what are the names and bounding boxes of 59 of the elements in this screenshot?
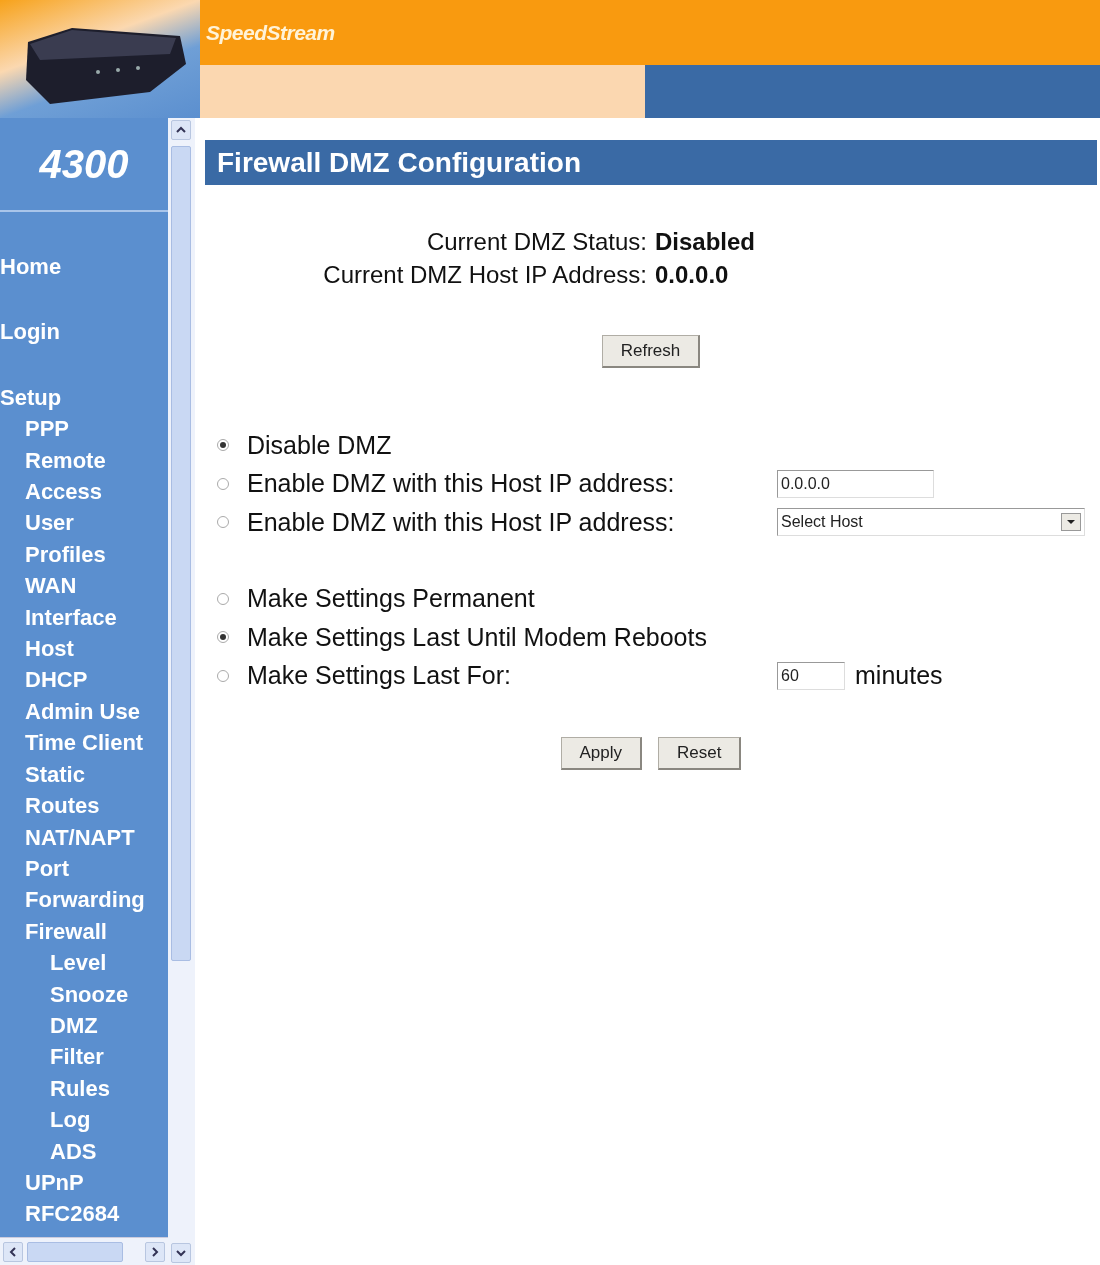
nav-link[interactable]: ADS bbox=[50, 1135, 97, 1167]
chevron-right-icon bbox=[151, 1246, 159, 1257]
scrollbar-thumb[interactable] bbox=[27, 1241, 123, 1262]
radio-button[interactable] bbox=[217, 631, 229, 644]
nav-link[interactable]: Level bbox=[50, 947, 107, 979]
form-button[interactable]: Reset bbox=[658, 737, 742, 770]
scroll-down-button[interactable] bbox=[171, 1243, 191, 1263]
input-field[interactable]: 0.0.0.0 bbox=[777, 469, 934, 498]
radio-button[interactable] bbox=[217, 669, 229, 682]
option-label: Make Settings Permanent bbox=[247, 584, 536, 614]
radio-button[interactable] bbox=[217, 477, 229, 490]
option-label: Make Settings Last Until Modem Reboots bbox=[247, 622, 708, 652]
nav-link[interactable]: DHCP bbox=[25, 664, 88, 696]
radio-button[interactable] bbox=[217, 592, 229, 605]
status-label: Current DMZ Host IP Address: bbox=[322, 260, 647, 290]
nav-link[interactable]: RFC2684 bbox=[25, 1198, 120, 1230]
scrollbar-thumb[interactable] bbox=[171, 146, 191, 961]
status-value: Disabled bbox=[655, 227, 757, 257]
radio-button[interactable] bbox=[217, 439, 229, 452]
form-button[interactable]: Apply bbox=[560, 737, 643, 770]
chevron-up-icon bbox=[176, 126, 186, 134]
nav-link[interactable]: Host bbox=[25, 633, 74, 665]
scroll-up-button[interactable] bbox=[171, 120, 191, 140]
option-label: Disable DMZ bbox=[247, 430, 393, 460]
scroll-right-button[interactable] bbox=[145, 1241, 165, 1262]
option-label: Enable DMZ with this Host IP address: bbox=[247, 469, 676, 499]
radio-button[interactable] bbox=[217, 516, 229, 529]
brand-logo: SpeedStream bbox=[206, 20, 335, 45]
nav-link[interactable]: Remote Access bbox=[25, 444, 106, 508]
nav-link[interactable]: Setup bbox=[0, 381, 62, 414]
status-value: 0.0.0.0 bbox=[655, 260, 730, 290]
option-label: Enable DMZ with this Host IP address: bbox=[247, 507, 676, 537]
input-field[interactable]: 60 bbox=[777, 661, 845, 690]
nav-link[interactable]: User Profiles bbox=[25, 507, 106, 571]
nav-link[interactable]: Filter Rules bbox=[50, 1041, 110, 1105]
nav-link[interactable]: Snooze bbox=[50, 978, 129, 1010]
scroll-left-button[interactable] bbox=[3, 1241, 23, 1262]
nav-link[interactable]: Firewall bbox=[25, 915, 107, 948]
page-title: Firewall DMZ Configuration bbox=[205, 140, 1097, 185]
nav-link[interactable]: Admin Use bbox=[25, 695, 140, 728]
status-label: Current DMZ Status: bbox=[425, 227, 647, 257]
chevron-left-icon bbox=[9, 1246, 17, 1257]
chevron-down-icon bbox=[176, 1249, 186, 1257]
nav-link[interactable]: Static Routes bbox=[25, 758, 100, 822]
nav-link[interactable]: NAT/NAPT bbox=[25, 821, 135, 853]
nav-link[interactable]: Home bbox=[0, 251, 62, 283]
model-number: 4300 bbox=[39, 141, 129, 187]
nav-link[interactable]: WAN Interface bbox=[25, 570, 117, 634]
unit-label: minutes bbox=[855, 661, 943, 691]
option-label: Make Settings Last For: bbox=[247, 661, 512, 691]
host-dropdown[interactable]: Select Host bbox=[777, 508, 1085, 537]
nav-link[interactable]: UPnP bbox=[25, 1166, 84, 1199]
refresh-button[interactable]: Refresh bbox=[601, 335, 701, 368]
nav-link[interactable]: Time Client bbox=[25, 727, 144, 759]
nav-link[interactable]: DMZ bbox=[50, 1009, 98, 1042]
nav-link[interactable]: Port Forwarding bbox=[25, 852, 145, 916]
nav-link[interactable]: Log bbox=[50, 1104, 91, 1136]
nav-link[interactable]: Login bbox=[0, 316, 60, 348]
nav-link[interactable]: PPP bbox=[25, 413, 70, 445]
